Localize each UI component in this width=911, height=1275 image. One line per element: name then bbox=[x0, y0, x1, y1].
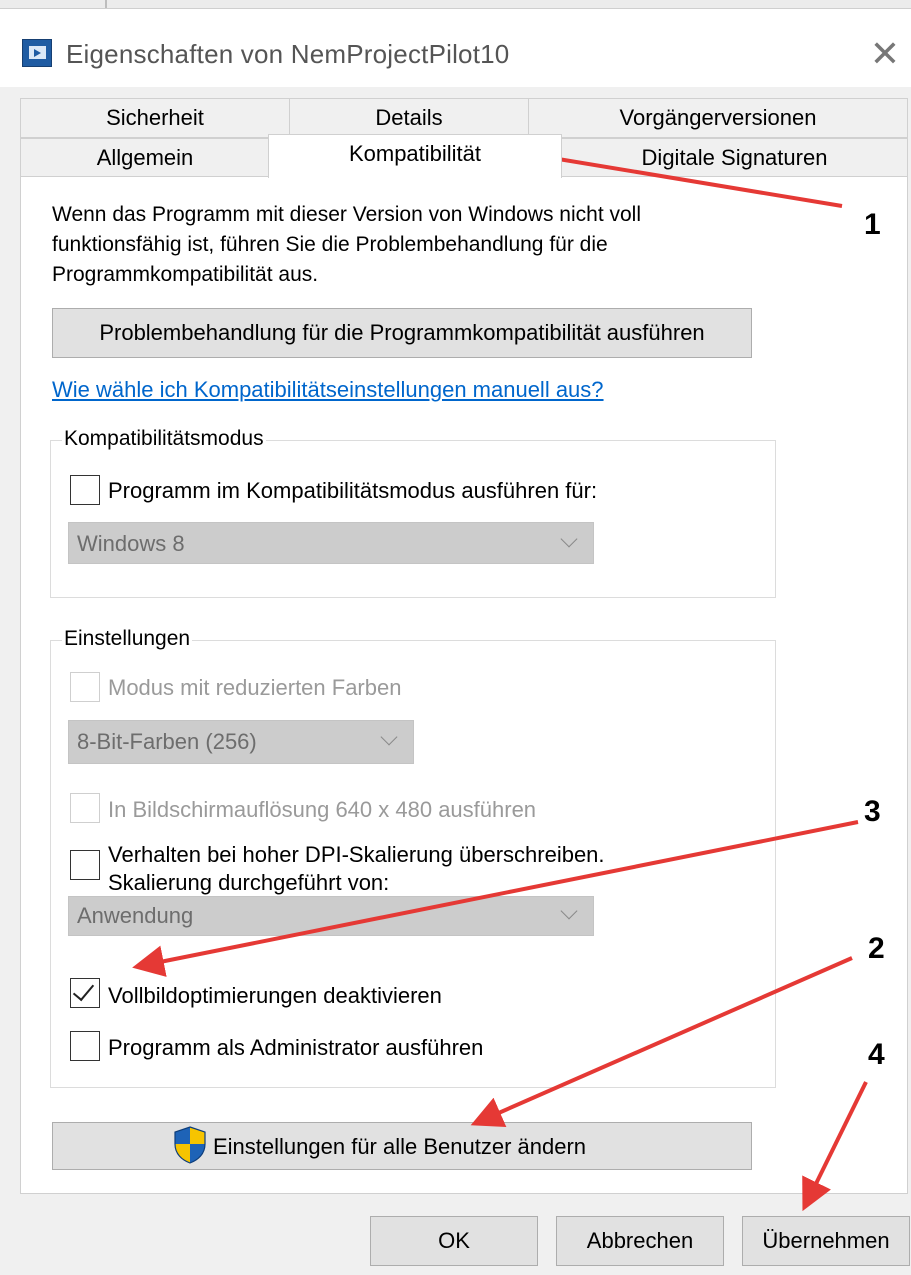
tab-vorgaengerversionen[interactable]: Vorgängerversionen bbox=[528, 98, 908, 138]
color-depth-select[interactable]: 8-Bit-Farben (256) bbox=[68, 720, 414, 764]
cancel-button[interactable]: Abbrechen bbox=[556, 1216, 724, 1266]
title-bar: Eigenschaften von NemProjectPilot10 ✕ bbox=[0, 9, 911, 87]
dpi-override-checkbox[interactable] bbox=[70, 850, 100, 880]
annotation-label-4: 4 bbox=[868, 1038, 885, 1071]
chevron-down-icon bbox=[380, 728, 398, 746]
checkmark-icon bbox=[72, 978, 95, 1002]
resolution-checkbox[interactable] bbox=[70, 793, 100, 823]
tab-sicherheit[interactable]: Sicherheit bbox=[20, 98, 290, 138]
tab-digitale-signaturen[interactable]: Digitale Signaturen bbox=[561, 138, 908, 178]
change-all-users-button[interactable]: Einstellungen für alle Benutzer ändern bbox=[52, 1122, 752, 1170]
color-depth-select-value: 8-Bit-Farben (256) bbox=[77, 729, 257, 754]
reduced-colors-label: Modus mit reduzierten Farben bbox=[108, 675, 402, 700]
run-as-admin-label: Programm als Administrator ausführen bbox=[108, 1035, 484, 1060]
annotation-label-2: 2 bbox=[868, 932, 885, 965]
compat-mode-legend: Kompatibilitätsmodus bbox=[62, 427, 266, 451]
tab-details[interactable]: Details bbox=[289, 98, 529, 138]
dpi-override-label-line2: Skalierung durchgeführt von: bbox=[108, 870, 390, 895]
ok-button[interactable]: OK bbox=[370, 1216, 538, 1266]
chevron-down-icon bbox=[560, 902, 578, 920]
compat-mode-select-value: Windows 8 bbox=[77, 531, 185, 556]
description-text: Wenn das Programm mit dieser Version von… bbox=[52, 203, 642, 286]
annotation-label-1: 1 bbox=[864, 208, 881, 241]
apply-button[interactable]: Übernehmen bbox=[742, 1216, 910, 1266]
run-as-admin-checkbox[interactable] bbox=[70, 1031, 100, 1061]
fullscreen-opt-label: Vollbildoptimierungen deaktivieren bbox=[108, 983, 442, 1008]
resolution-label: In Bildschirmauflösung 640 x 480 ausführ… bbox=[108, 797, 537, 822]
settings-legend: Einstellungen bbox=[62, 627, 193, 651]
troubleshoot-button[interactable]: Problembehandlung für die Programmkompat… bbox=[52, 308, 752, 358]
reduced-colors-checkbox[interactable] bbox=[70, 672, 100, 702]
uac-shield-icon bbox=[174, 1126, 206, 1164]
close-icon[interactable]: ✕ bbox=[868, 35, 902, 73]
fullscreen-opt-checkbox[interactable] bbox=[70, 978, 100, 1008]
window-title: Eigenschaften von NemProjectPilot10 bbox=[66, 39, 510, 69]
compat-mode-checkbox[interactable] bbox=[70, 475, 100, 505]
dpi-scaling-select[interactable]: Anwendung bbox=[68, 896, 594, 936]
help-link[interactable]: Wie wähle ich Kompatibilitätseinstellung… bbox=[52, 377, 604, 403]
compat-mode-group bbox=[50, 440, 776, 598]
compat-mode-select[interactable]: Windows 8 bbox=[68, 522, 594, 564]
app-icon bbox=[22, 39, 52, 67]
tab-kompatibilitaet[interactable]: Kompatibilität bbox=[268, 134, 562, 178]
tab-allgemein[interactable]: Allgemein bbox=[20, 138, 270, 178]
change-all-users-label: Einstellungen für alle Benutzer ändern bbox=[213, 1134, 587, 1159]
compat-mode-label: Programm im Kompatibilitätsmodus ausführ… bbox=[108, 478, 598, 503]
strip-divider bbox=[105, 0, 107, 8]
annotation-label-3: 3 bbox=[864, 795, 881, 828]
chevron-down-icon bbox=[560, 530, 578, 548]
dpi-scaling-select-value: Anwendung bbox=[77, 903, 194, 928]
dpi-override-label-line1: Verhalten bei hoher DPI-Skalierung übers… bbox=[108, 842, 605, 867]
top-strip bbox=[0, 0, 911, 9]
